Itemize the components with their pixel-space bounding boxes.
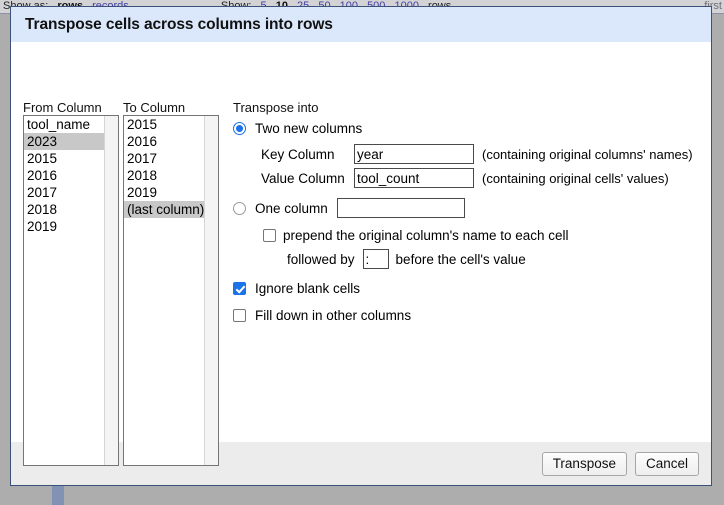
cancel-button[interactable]: Cancel bbox=[635, 452, 699, 476]
from-column-item[interactable]: 2017 bbox=[24, 184, 104, 201]
dialog-title: Transpose cells across columns into rows bbox=[25, 16, 333, 34]
transpose-dialog: Transpose cells across columns into rows… bbox=[10, 6, 712, 486]
dialog-body: From Column To Column Transpose into too… bbox=[11, 43, 711, 441]
to-column-scrollbar[interactable] bbox=[204, 116, 218, 465]
followed-by-label: followed by bbox=[287, 252, 355, 267]
desktop-right-area bbox=[712, 14, 724, 505]
value-column-row: Value Column (containing original cells'… bbox=[261, 168, 701, 188]
to-column-heading: To Column bbox=[123, 100, 185, 115]
dialog-title-bar: Transpose cells across columns into rows bbox=[11, 7, 711, 43]
transpose-button[interactable]: Transpose bbox=[542, 452, 627, 476]
separator-row: followed by before the cell's value bbox=[287, 249, 701, 269]
from-column-item[interactable]: 2015 bbox=[24, 150, 104, 167]
to-column-list[interactable]: 20152016201720182019(last column) bbox=[124, 116, 204, 465]
two-new-columns-label: Two new columns bbox=[255, 121, 362, 136]
to-column-item[interactable]: 2019 bbox=[124, 184, 204, 201]
transpose-into-heading: Transpose into bbox=[233, 100, 319, 115]
from-column-heading: From Column bbox=[23, 100, 102, 115]
to-column-item[interactable]: 2018 bbox=[124, 167, 204, 184]
value-column-hint: (containing original cells' values) bbox=[482, 171, 669, 186]
two-new-columns-radio[interactable] bbox=[233, 122, 246, 135]
from-column-item[interactable]: tool_name bbox=[24, 116, 104, 133]
before-value-label: before the cell's value bbox=[396, 252, 526, 267]
desktop-bottom-area bbox=[10, 486, 712, 505]
from-column-item[interactable]: 2018 bbox=[24, 201, 104, 218]
to-column-item[interactable]: 2017 bbox=[124, 150, 204, 167]
value-column-label: Value Column bbox=[261, 171, 354, 186]
transpose-options-panel: Two new columns Key Column (containing o… bbox=[233, 121, 701, 323]
ignore-blank-cells-label: Ignore blank cells bbox=[255, 281, 360, 296]
from-column-item[interactable]: 2019 bbox=[24, 218, 104, 235]
one-column-row[interactable]: One column bbox=[233, 198, 701, 218]
desktop-accent-tab bbox=[52, 486, 64, 505]
value-column-input[interactable] bbox=[354, 168, 474, 188]
key-column-input[interactable] bbox=[354, 144, 474, 164]
key-column-row: Key Column (containing original columns'… bbox=[261, 144, 701, 164]
prepend-checkbox[interactable] bbox=[263, 229, 276, 242]
key-column-label: Key Column bbox=[261, 147, 354, 162]
desktop-left-area bbox=[0, 14, 10, 505]
fill-down-label: Fill down in other columns bbox=[255, 308, 411, 323]
from-column-list[interactable]: tool_name202320152016201720182019 bbox=[24, 116, 104, 465]
ignore-blank-cells-checkbox[interactable] bbox=[233, 282, 246, 295]
key-column-hint: (containing original columns' names) bbox=[482, 147, 693, 162]
prepend-label: prepend the original column's name to ea… bbox=[283, 228, 569, 243]
to-column-item[interactable]: (last column) bbox=[124, 201, 204, 218]
prepend-row[interactable]: prepend the original column's name to ea… bbox=[263, 228, 701, 243]
separator-input[interactable] bbox=[363, 249, 389, 269]
one-column-radio[interactable] bbox=[233, 202, 246, 215]
fill-down-checkbox[interactable] bbox=[233, 309, 246, 322]
to-column-listbox[interactable]: 20152016201720182019(last column) bbox=[123, 115, 219, 466]
from-column-item[interactable]: 2023 bbox=[24, 133, 104, 150]
ignore-blank-cells-row[interactable]: Ignore blank cells bbox=[233, 281, 701, 296]
two-new-columns-row[interactable]: Two new columns bbox=[233, 121, 701, 136]
to-column-item[interactable]: 2015 bbox=[124, 116, 204, 133]
one-column-label: One column bbox=[255, 201, 328, 216]
from-column-scrollbar[interactable] bbox=[104, 116, 118, 465]
from-column-item[interactable]: 2016 bbox=[24, 167, 104, 184]
fill-down-row[interactable]: Fill down in other columns bbox=[233, 308, 701, 323]
to-column-item[interactable]: 2016 bbox=[124, 133, 204, 150]
one-column-input[interactable] bbox=[337, 198, 465, 218]
from-column-listbox[interactable]: tool_name202320152016201720182019 bbox=[23, 115, 119, 466]
